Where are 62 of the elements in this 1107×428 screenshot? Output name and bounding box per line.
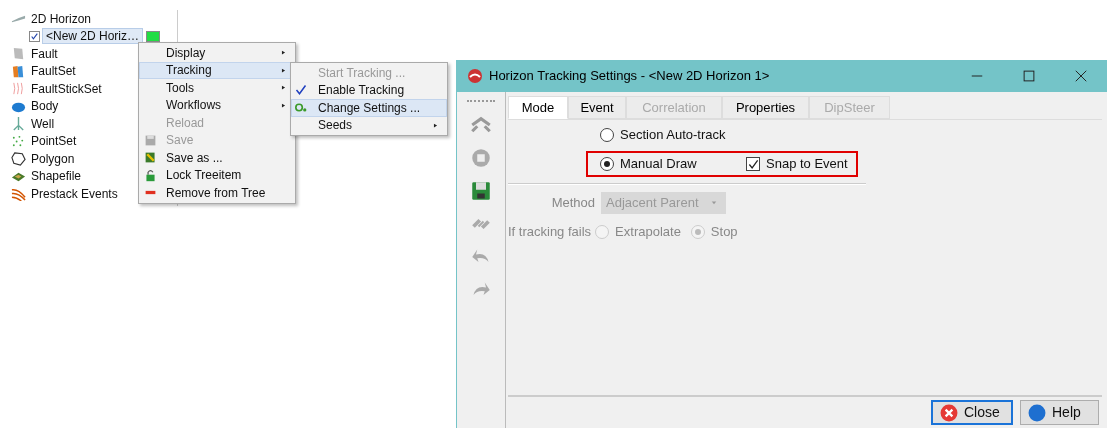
stop-icon: [471, 148, 491, 168]
menu-item[interactable]: Change Settings ...: [291, 99, 447, 117]
tree-item[interactable]: Prestack Events: [31, 187, 118, 200]
tree-item[interactable]: FaultSet: [31, 65, 76, 78]
submenu-arrow-icon: [281, 49, 286, 57]
dialog-button[interactable]: Help: [1020, 400, 1099, 425]
window-title: Horizon Tracking Settings - <New 2D Horizon 1>: [489, 67, 770, 86]
field-label: Method: [550, 193, 595, 212]
check-icon: [30, 31, 39, 41]
submenu-arrow-icon: [433, 121, 438, 129]
tab[interactable]: Event: [568, 96, 626, 119]
radio-label: Extrapolate: [615, 222, 681, 241]
prestack-events-icon: [11, 186, 26, 202]
check-icon: [747, 158, 759, 170]
app-logo-icon: [467, 68, 483, 84]
save-as-icon: [144, 151, 157, 165]
menu-item[interactable]: Seeds: [291, 116, 447, 134]
radio-button[interactable]: [600, 127, 614, 142]
fault-sticks-icon: [11, 81, 26, 97]
dropdown-arrow-icon: [710, 199, 718, 206]
close-icon: [1075, 70, 1087, 82]
maximize-icon: [1023, 70, 1035, 82]
tab[interactable]: Mode: [508, 96, 568, 119]
save-icon: [471, 181, 491, 201]
tree-item[interactable]: 2D Horizon: [31, 12, 92, 25]
padlock-icon: [144, 168, 157, 182]
radio-button[interactable]: [600, 157, 614, 171]
menu-item[interactable]: Display: [139, 44, 295, 62]
tree-item[interactable]: FaultStickSet: [31, 82, 102, 95]
polygon-icon: [11, 151, 26, 167]
submenu-arrow-icon: [281, 101, 286, 109]
tree-item[interactable]: Fault: [31, 47, 58, 60]
pointset-icon: [11, 133, 26, 149]
menu-item[interactable]: Lock Treeitem: [139, 166, 295, 184]
radio-label: Section Auto-track: [620, 125, 726, 144]
checkbox[interactable]: [29, 30, 40, 42]
menu-item[interactable]: Enable Tracking: [291, 81, 447, 99]
tree-item[interactable]: Body: [31, 100, 59, 113]
tree-item[interactable]: Shapefile: [31, 170, 82, 183]
tree-item[interactable]: <New 2D Horiz…: [42, 28, 144, 45]
checkbox-label: Snap to Event: [766, 155, 848, 174]
help-icon: [1028, 403, 1046, 422]
menu-item[interactable]: Remove from Tree: [139, 184, 295, 202]
color-swatch: [146, 30, 161, 42]
fault-icon: [11, 46, 26, 62]
cancel-icon: [940, 403, 958, 422]
radio-label: Manual Draw: [620, 155, 698, 174]
radio-label: Stop: [710, 222, 738, 241]
field-label: If tracking fails: [508, 222, 592, 241]
tree-item[interactable]: Well: [31, 117, 55, 130]
submenu-arrow-icon: [281, 84, 286, 92]
checkbox[interactable]: [746, 157, 760, 171]
dialog-button[interactable]: Close: [931, 400, 1013, 425]
tab[interactable]: Properties: [722, 96, 809, 119]
menu-item[interactable]: Save as ...: [139, 149, 295, 167]
well-icon: [11, 116, 26, 132]
submenu-arrow-icon: [281, 66, 286, 74]
tracking-icon: [471, 115, 491, 135]
faultset-icon: [11, 63, 26, 79]
tree-item[interactable]: PointSet: [31, 135, 77, 148]
toolbar-button[interactable]: [470, 181, 492, 201]
tree-item[interactable]: Polygon: [31, 152, 75, 165]
